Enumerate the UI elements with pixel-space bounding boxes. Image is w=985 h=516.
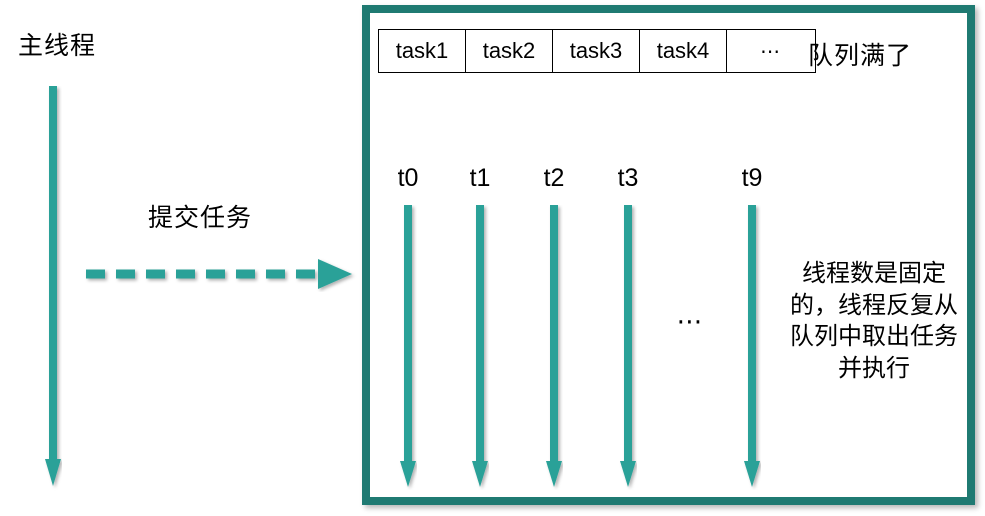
thread-down-arrow-icon	[400, 205, 416, 487]
thread-column-t3: t3	[606, 166, 650, 490]
thread-label-t0: t0	[397, 164, 419, 192]
thread-column-t9: t9	[730, 166, 774, 490]
queue-cell-task3: task3	[552, 29, 640, 73]
submit-task-label: 提交任务	[148, 204, 253, 232]
thread-column-t2: t2	[532, 166, 576, 490]
thread-down-arrow-icon	[472, 205, 488, 487]
thread-pool-box	[362, 5, 975, 505]
main-thread-down-arrow-icon	[45, 86, 61, 486]
main-thread-label: 主线程	[18, 32, 97, 60]
thread-label-t1: t1	[469, 164, 491, 192]
queue-cell-task4: task4	[639, 29, 727, 73]
task-queue-table: task1 task2 task3 task4 ⋯	[378, 29, 816, 73]
thread-label-t2: t2	[543, 164, 565, 192]
table-row: task1 task2 task3 task4 ⋯	[378, 29, 816, 73]
queue-cell-task2: task2	[465, 29, 553, 73]
threads-ellipsis: ⋯	[676, 306, 706, 336]
queue-cell-task1: task1	[378, 29, 466, 73]
thread-down-arrow-icon	[546, 205, 562, 487]
thread-column-t0: t0	[386, 166, 430, 490]
thread-pool-note: 线程数是固定的，线程反复从队列中取出任务并执行	[790, 260, 958, 383]
diagram-canvas: 主线程 提交任务 task1 task2 task3 task4 ⋯ 队列满了 …	[0, 0, 985, 516]
thread-label-t3: t3	[617, 164, 639, 192]
thread-label-t9: t9	[741, 164, 763, 192]
thread-down-arrow-icon	[744, 205, 760, 487]
thread-column-t1: t1	[458, 166, 502, 490]
queue-full-label: 队列满了	[808, 42, 913, 70]
thread-down-arrow-icon	[620, 205, 636, 487]
queue-cell-ellipsis: ⋯	[726, 29, 816, 73]
submit-dashed-right-arrow-icon	[86, 259, 352, 289]
